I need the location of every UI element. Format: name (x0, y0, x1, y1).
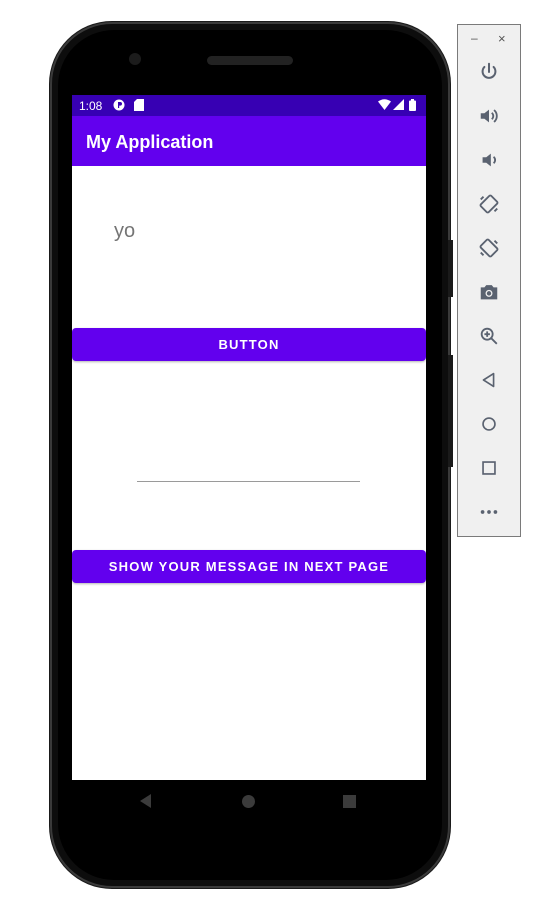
message-input[interactable] (137, 455, 360, 482)
rotate-left-icon[interactable] (478, 193, 500, 215)
camera-icon[interactable] (478, 281, 500, 303)
sd-card-icon (134, 99, 144, 114)
text-view: yo (114, 220, 136, 242)
rotate-right-icon[interactable] (478, 237, 500, 259)
back-icon[interactable] (478, 369, 500, 391)
volume-side-button[interactable] (448, 355, 453, 467)
power-side-button[interactable] (448, 240, 453, 297)
signal-icon (393, 99, 404, 113)
battery-icon (409, 99, 416, 114)
front-camera-icon (129, 53, 141, 65)
status-time: 1:08 (79, 99, 103, 113)
earpiece-speaker (207, 56, 293, 65)
wifi-icon (378, 99, 391, 113)
app-bar: My Application (72, 116, 426, 166)
navigation-bar (72, 780, 426, 824)
status-bar: 1:08 (72, 95, 426, 116)
nav-overview-icon[interactable] (343, 795, 356, 808)
overview-icon[interactable] (478, 457, 500, 479)
volume-up-icon[interactable] (478, 105, 500, 127)
nav-home-icon[interactable] (242, 795, 255, 808)
zoom-icon[interactable] (478, 325, 500, 347)
data-saver-icon (113, 99, 125, 114)
emulator-toolbar: – × (457, 24, 521, 537)
show-message-button[interactable]: SHOW YOUR MESSAGE IN NEXT PAGE (72, 550, 426, 583)
nav-back-icon[interactable] (140, 794, 151, 808)
home-icon[interactable] (478, 413, 500, 435)
main-button[interactable]: BUTTON (72, 328, 426, 361)
close-button[interactable]: × (498, 31, 506, 46)
volume-down-icon[interactable] (478, 149, 500, 171)
power-icon[interactable] (478, 61, 500, 83)
more-icon[interactable] (478, 501, 500, 523)
minimize-button[interactable]: – (471, 31, 478, 45)
device-screen: 1:08 My Application yo BUTTON SHOW YOUR … (72, 95, 426, 780)
app-title: My Application (86, 132, 214, 152)
